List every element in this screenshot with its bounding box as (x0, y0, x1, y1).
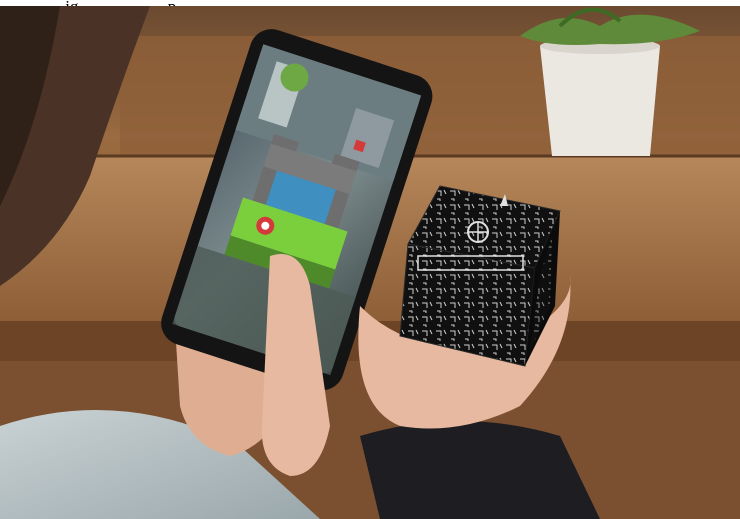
ar-cube-photo (0, 6, 740, 519)
photo-illustration (0, 6, 740, 519)
